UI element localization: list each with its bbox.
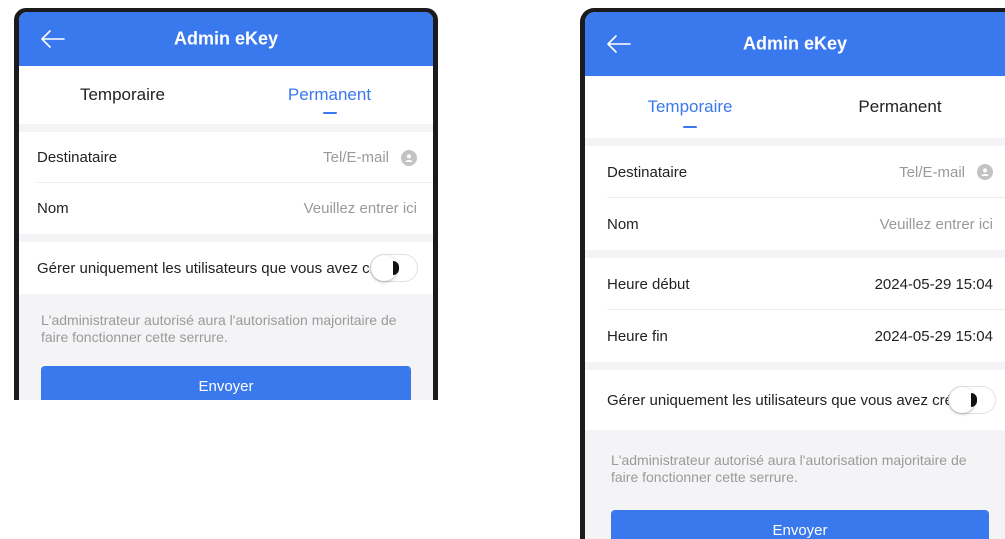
send-button[interactable]: Envoyer	[611, 510, 989, 539]
start-time-value[interactable]: 2024-05-29 15:04	[875, 276, 1005, 293]
recipient-input[interactable]: Tel/E-mail	[323, 149, 433, 166]
page-title: Admin eKey	[173, 28, 279, 49]
screen-temporaire: Admin eKey Temporaire Permanent Destinat…	[585, 12, 1005, 539]
start-time-row[interactable]: Heure début 2024-05-29 15:04	[585, 258, 1005, 310]
tab-temporaire[interactable]: Temporaire	[19, 66, 226, 124]
tab-permanent[interactable]: Permanent	[795, 76, 1005, 138]
only-my-users-toggle[interactable]	[949, 387, 995, 413]
contact-icon[interactable]	[977, 164, 993, 180]
name-row[interactable]: Nom Veuillez entrer ici	[585, 198, 1005, 250]
end-time-value[interactable]: 2024-05-29 15:04	[875, 328, 1005, 345]
screen-permanent: Admin eKey Temporaire Permanent Destinat…	[19, 12, 433, 400]
tab-temporaire[interactable]: Temporaire	[585, 76, 795, 138]
recipient-label: Destinataire	[37, 149, 118, 166]
recipient-row[interactable]: Destinataire Tel/E-mail	[19, 132, 433, 183]
end-time-row[interactable]: Heure fin 2024-05-29 15:04	[585, 310, 1005, 362]
name-label: Nom	[607, 215, 639, 233]
only-my-users-row: Gérer uniquement les utilisateurs que vo…	[19, 242, 433, 294]
admin-note: L'administrateur autorisé aura l'autoris…	[41, 312, 397, 345]
toggle-knob	[371, 255, 399, 281]
send-button[interactable]: Envoyer	[41, 366, 411, 400]
start-time-label: Heure début	[607, 275, 690, 293]
tab-permanent[interactable]: Permanent	[226, 66, 433, 124]
recipient-placeholder: Tel/E-mail	[899, 163, 965, 181]
only-my-users-label: Gérer uniquement les utilisateurs que vo…	[37, 259, 399, 277]
name-input[interactable]: Veuillez entrer ici	[880, 216, 1005, 233]
name-input[interactable]: Veuillez entrer ici	[304, 200, 433, 217]
person-icon	[405, 153, 413, 162]
recipient-input[interactable]: Tel/E-mail	[899, 164, 1005, 181]
section-gap	[585, 138, 1005, 146]
admin-note: L'administrateur autorisé aura l'autoris…	[611, 452, 967, 485]
end-time-label: Heure fin	[607, 327, 668, 345]
app-header: Admin eKey	[19, 12, 433, 66]
section-gap	[585, 362, 1005, 370]
page-title: Admin eKey	[742, 33, 848, 54]
person-icon	[981, 168, 989, 176]
app-header: Admin eKey	[585, 12, 1005, 76]
only-my-users-row: Gérer uniquement les utilisateurs que vo…	[585, 370, 1005, 430]
toggle-knob	[949, 387, 977, 413]
phone-temporaire: Admin eKey Temporaire Permanent Destinat…	[580, 8, 1005, 539]
name-row[interactable]: Nom Veuillez entrer ici	[19, 183, 433, 234]
recipient-row[interactable]: Destinataire Tel/E-mail	[585, 146, 1005, 198]
name-label: Nom	[37, 200, 69, 217]
section-gap	[19, 124, 433, 132]
section-gap	[19, 234, 433, 242]
only-my-users-label: Gérer uniquement les utilisateurs que vo…	[607, 391, 969, 409]
only-my-users-toggle[interactable]	[371, 255, 417, 281]
section-gap	[585, 250, 1005, 258]
recipient-label: Destinataire	[607, 163, 688, 181]
contact-icon[interactable]	[401, 149, 417, 166]
phone-permanent: Admin eKey Temporaire Permanent Destinat…	[14, 8, 438, 400]
recipient-placeholder: Tel/E-mail	[323, 149, 389, 166]
tab-bar: Temporaire Permanent	[585, 76, 1005, 138]
tab-bar: Temporaire Permanent	[19, 66, 433, 124]
